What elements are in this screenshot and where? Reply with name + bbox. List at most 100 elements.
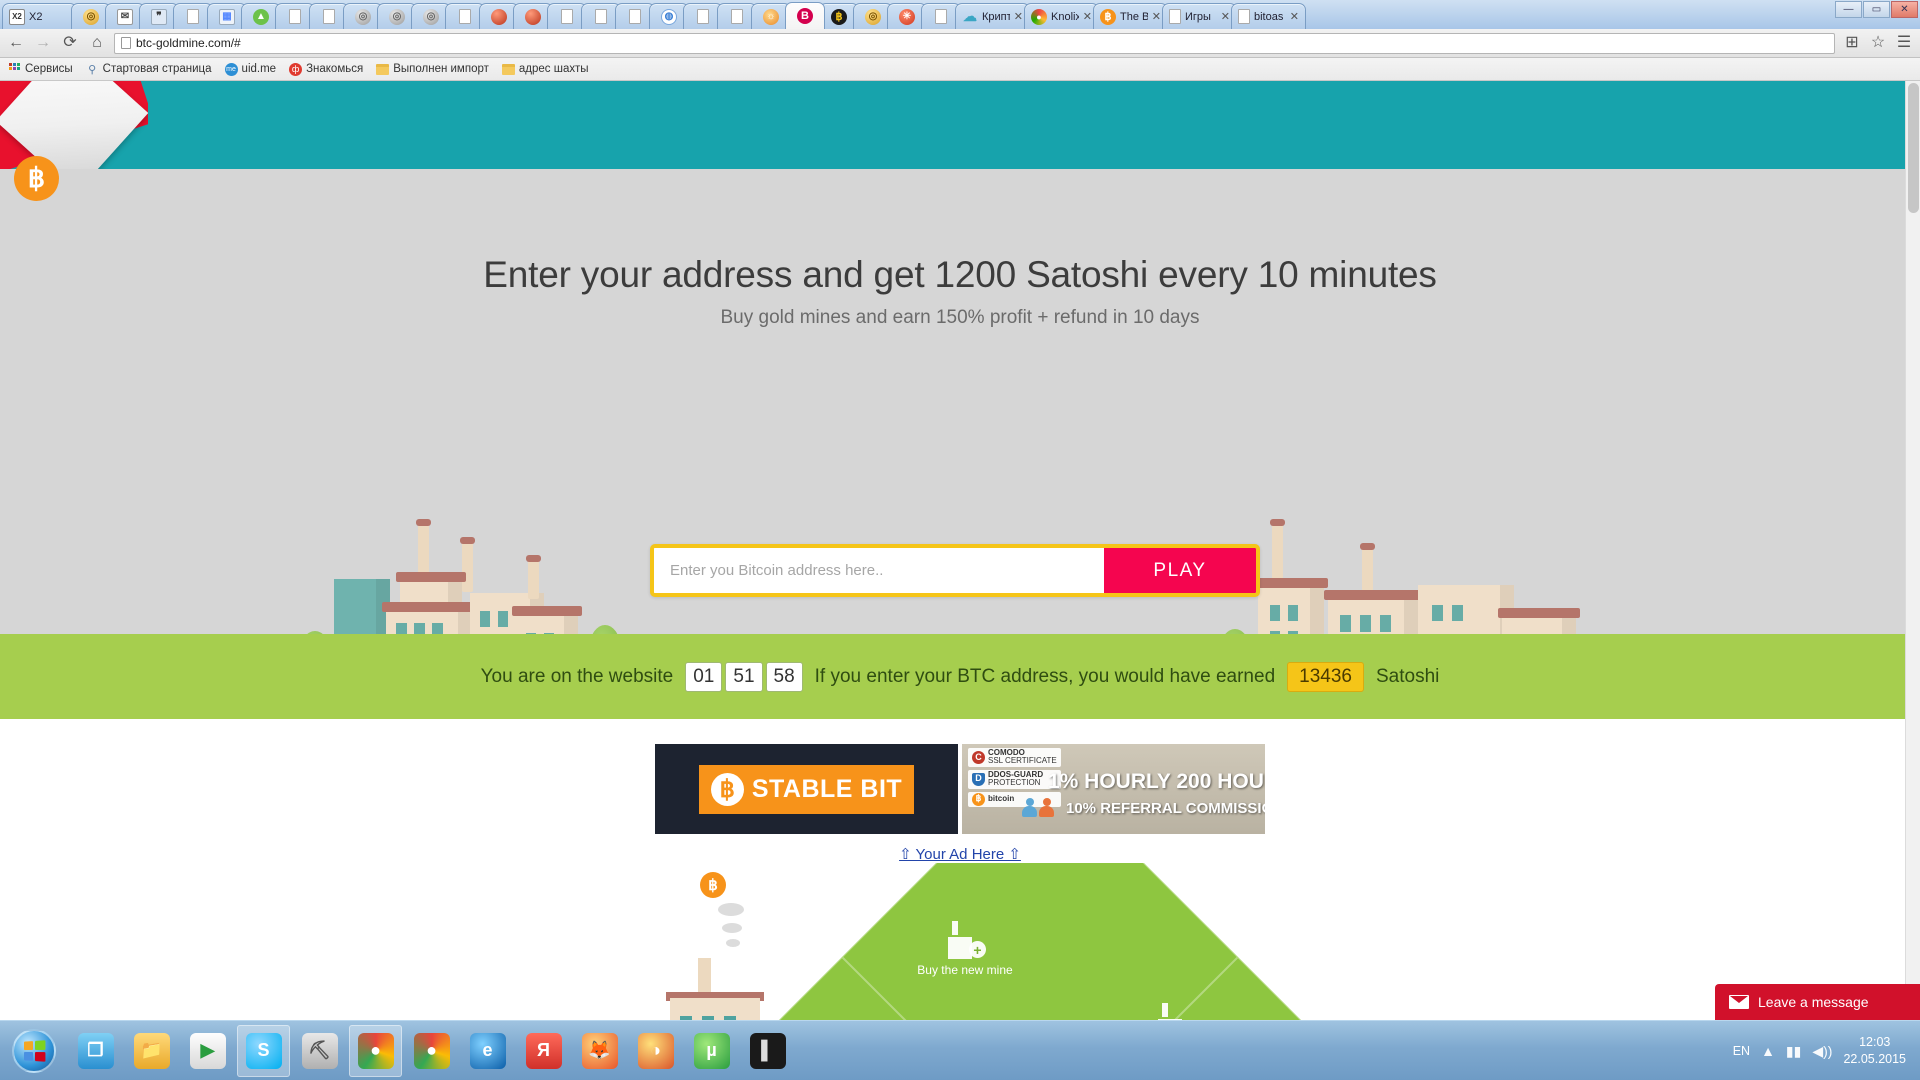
doc-icon [289,9,301,24]
your-ad-here-link[interactable]: ⇧ Your Ad Here ⇧ [0,841,1920,863]
leave-a-message-widget[interactable]: Leave a message [1715,984,1920,1020]
network-icon[interactable]: ▮▮ [1786,1043,1801,1060]
owned-mine-building[interactable] [660,958,780,1020]
session-timer: 01 51 58 [685,661,803,692]
taskbar-explorer-window[interactable]: ❐ [69,1025,122,1077]
taskbar-items[interactable]: ❐ 📁 ▶ S ⛏ ● ● e Я 🦊 ◑ µ ▌ [69,1024,794,1077]
browser-tab-label: Крипт [982,10,1010,23]
minimize-button[interactable]: — [1835,1,1862,18]
bookmark-item-1[interactable]: ⚲ Стартовая страница [86,63,211,76]
ad-banner-hourly[interactable]: C COMODO SSL CERTIFICATE D DDOS-GUARD PR… [962,744,1265,834]
browser-tab-22[interactable]: B [785,2,825,29]
bookmark-item-0[interactable]: Сервисы [8,63,73,76]
stats-prefix-text: You are on the website [480,665,674,687]
show-hidden-icons[interactable]: ▲ [1761,1043,1775,1059]
potential-earnings-value: 13436 [1287,661,1364,692]
bookmark-item-4[interactable]: Выполнен импорт [376,63,489,76]
bookmark-item-5[interactable]: адрес шахты [501,63,589,76]
close-window-button[interactable]: ✕ [1891,1,1918,18]
taskbar-command-prompt[interactable]: ▌ [741,1025,794,1077]
browser-toolbar: ← → ⟳ ⌂ btc-goldmine.com/# ⊞ ☆ ☰ [0,29,1920,58]
scrollbar-thumb[interactable] [1908,83,1919,213]
hero-section: Enter your address and get 1200 Satoshi … [0,169,1920,634]
taskbar-media-player[interactable]: ▶ [181,1025,234,1077]
page-info-icon[interactable] [121,37,131,49]
taskbar-utorrent[interactable]: µ [685,1025,738,1077]
browser-tabstrip[interactable]: X2 X2 ◎ ✉ ❞ ▦ ▲ ◎ ◎ ◎ ◍ ☼ B ฿ ◎ ✳ ☁ Крипт ✕ ● Knolix ✕ ฿ The B ✕… [0,0,1920,29]
ball-red-icon: ✳ [899,8,915,25]
clock-date: 22.05.2015 [1843,1052,1906,1066]
windows-logo-icon [12,1028,56,1073]
browser-menu-icon[interactable]: ☰ [1894,35,1914,51]
miner-gray-icon: ⛏ [301,1032,338,1069]
uid-blue-icon: me [224,62,238,76]
chrome-2-icon: ● [413,1032,450,1069]
buy-new-mine-tile-2[interactable]: + [1110,1003,1240,1020]
taskbar-chrome[interactable]: ● [349,1024,402,1077]
start-button[interactable] [5,1025,63,1077]
folder-icon [376,63,390,76]
bitcoin-accept-icon: ฿ [972,792,985,806]
ad-banners-row: ฿ STABLE BIT C COMODO SSL CERTIFICATE D [0,719,1920,841]
buy-new-mine-tile[interactable]: + Buy the new mine [900,921,1030,977]
bookmark-star-icon[interactable]: ☆ [1868,35,1888,51]
circle-blue-icon: ◍ [661,8,677,25]
taskbar-skype[interactable]: S [237,1024,290,1077]
tab-close-icon[interactable]: ✕ [1221,10,1230,23]
taskbar-firefox-2[interactable]: ◑ [629,1025,682,1077]
coin-gray-icon: ◎ [389,8,405,25]
cert-bitcoin-name: bitcoin [988,793,1015,803]
doc-icon [459,9,471,24]
taskbar-chrome-2[interactable]: ● [405,1025,458,1077]
bitcoin-address-form[interactable]: PLAY [650,544,1260,597]
tab-close-icon[interactable]: ✕ [1014,10,1023,23]
bookmark-item-2[interactable]: me uid.me [224,62,276,76]
browser-tab-27[interactable]: ☁ Крипт ✕ [955,3,1030,29]
window-controls[interactable]: — ▭ ✕ [1835,1,1918,18]
browser-tab-label: The B [1120,10,1148,23]
edge-blue-icon: e [469,1032,506,1069]
timer-hours: 01 [685,661,723,692]
page-scrollbar[interactable]: ▲ ▼ [1905,81,1920,1020]
reload-icon[interactable]: ⟳ [60,35,80,51]
page-viewport: ฿ Bitcoin Goldmine HomenewNewsBannersRef… [0,81,1920,1020]
browser-tab-31[interactable]: bitoas ✕ [1231,3,1306,29]
leave-message-label: Leave a message [1758,994,1869,1010]
bookmark-item-3[interactable]: ф Знакомься [289,62,363,76]
tab-close-icon[interactable]: ✕ [1290,10,1299,23]
maximize-button[interactable]: ▭ [1863,1,1890,18]
tab-close-icon[interactable]: ✕ [1152,10,1161,23]
zoom-indicator-icon[interactable]: ⊞ [1842,35,1862,51]
forward-icon[interactable]: → [33,35,53,51]
tab-close-icon[interactable]: ✕ [1083,10,1092,23]
address-bar[interactable]: btc-goldmine.com/# [114,32,1835,54]
browser-tab-28[interactable]: ● Knolix ✕ [1024,3,1099,29]
home-icon[interactable]: ⌂ [87,35,107,51]
folder-icon [501,63,515,76]
cloud-icon: ☁ [963,8,977,25]
doc-icon [561,9,573,24]
folder-yellow-icon: 📁 [133,1032,170,1069]
ad-banner-stablebit[interactable]: ฿ STABLE BIT [655,744,958,834]
back-icon[interactable]: ← [6,35,26,51]
taskbar-firefox[interactable]: 🦊 [573,1025,626,1077]
language-indicator[interactable]: EN [1733,1044,1750,1058]
utorrent-green-icon: µ [693,1032,730,1069]
browser-tab-0[interactable]: X2 X2 [2,3,77,29]
bookmark-label: Сервисы [25,63,73,75]
taskbar-file-explorer[interactable]: 📁 [125,1025,178,1077]
taskbar-miner[interactable]: ⛏ [293,1025,346,1077]
clock[interactable]: 12:03 22.05.2015 [1843,1034,1906,1068]
yandex-red-icon: Я [525,1032,562,1069]
smoke-puff [726,939,740,947]
taskbar-edge[interactable]: e [461,1025,514,1077]
browser-tab-30[interactable]: Игры ✕ [1162,3,1237,29]
doc-icon [697,9,709,24]
x2-icon: X2 [9,8,25,25]
volume-icon[interactable]: ◀)) [1812,1043,1832,1060]
play-green-icon: ▶ [189,1032,226,1069]
bitcoin-address-input[interactable] [654,548,1104,593]
browser-tab-29[interactable]: ฿ The B ✕ [1093,3,1168,29]
taskbar-yandex-browser[interactable]: Я [517,1025,570,1077]
play-button[interactable]: PLAY [1104,548,1256,593]
